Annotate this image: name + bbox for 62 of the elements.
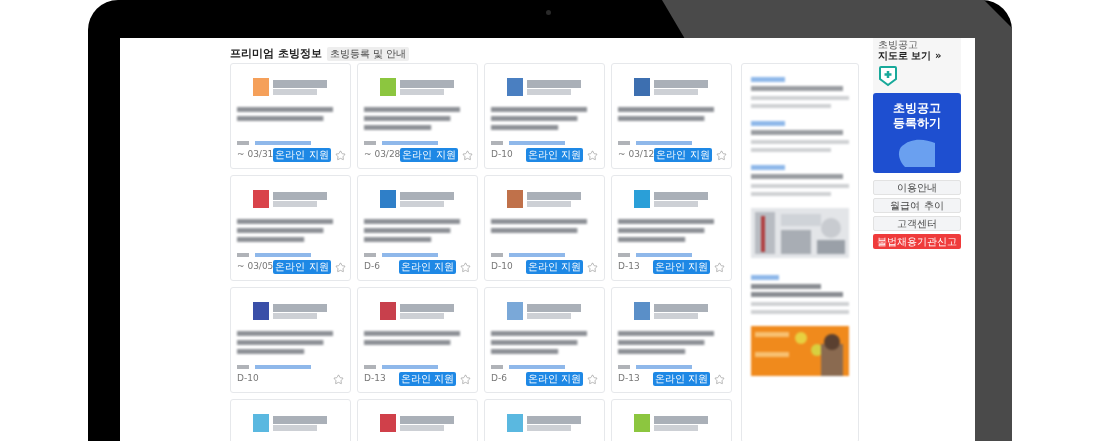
online-apply-badge: 온라인 지원 bbox=[652, 260, 710, 274]
job-card[interactable] bbox=[611, 398, 732, 441]
star-icon[interactable] bbox=[587, 373, 598, 385]
star-icon[interactable] bbox=[460, 261, 471, 273]
online-apply-badge: 온라인 지원 bbox=[525, 260, 583, 274]
job-card[interactable]: ~ 03/05 온라인 지원 bbox=[230, 174, 351, 281]
job-card[interactable]: ~ 03/12 온라인 지원 bbox=[611, 62, 732, 169]
online-apply-badge: 온라인 지원 bbox=[652, 372, 710, 386]
star-icon[interactable] bbox=[460, 373, 471, 385]
star-icon[interactable] bbox=[714, 373, 725, 385]
deadline-text: ~ 03/31 bbox=[237, 148, 274, 162]
job-card[interactable] bbox=[230, 398, 351, 441]
online-apply-badge: 온라인 지원 bbox=[398, 372, 456, 386]
star-icon[interactable] bbox=[715, 149, 727, 161]
star-icon[interactable] bbox=[333, 373, 344, 385]
deadline-text: D-10 bbox=[237, 372, 259, 386]
map-link[interactable]: 지도로 보기 » bbox=[878, 50, 961, 62]
online-apply-badge: 온라인 지원 bbox=[400, 148, 458, 162]
deadline-text: D-10 bbox=[491, 148, 513, 162]
job-card[interactable]: D-10 온라인 지원 bbox=[484, 62, 605, 169]
job-card[interactable]: D-13 온라인 지원 bbox=[611, 174, 732, 281]
sidebar-link[interactable]: 고객센터 bbox=[873, 216, 961, 231]
deadline-text: D-6 bbox=[491, 372, 507, 386]
deadline-text: D-13 bbox=[364, 372, 386, 386]
deadline-text: ~ 03/05 bbox=[237, 260, 274, 274]
map-link-card[interactable]: 초빙공고 지도로 보기 » bbox=[873, 38, 961, 96]
deadline-text: D-10 bbox=[491, 260, 513, 274]
online-apply-badge: 온라인 지원 bbox=[273, 148, 331, 162]
deadline-text: ~ 03/28 bbox=[364, 148, 401, 162]
job-card[interactable]: D-13 온라인 지원 bbox=[611, 286, 732, 393]
job-card[interactable]: D-6 온라인 지원 bbox=[357, 174, 478, 281]
job-card[interactable]: ~ 03/31 온라인 지원 bbox=[230, 62, 351, 169]
star-icon[interactable] bbox=[587, 149, 598, 161]
job-card[interactable] bbox=[357, 398, 478, 441]
star-icon[interactable] bbox=[334, 149, 346, 161]
guide-button[interactable]: 초빙등록 및 안내 bbox=[326, 47, 410, 62]
star-icon[interactable] bbox=[714, 261, 725, 273]
sidebar-link[interactable]: 월급여 추이 bbox=[873, 198, 961, 213]
hospital-pin-icon bbox=[878, 65, 898, 87]
deadline-text: ~ 03/12 bbox=[618, 148, 655, 162]
job-card[interactable]: ~ 03/28 온라인 지원 bbox=[357, 62, 478, 169]
register-banner[interactable]: 초빙공고 등록하기 bbox=[873, 93, 961, 173]
job-card[interactable] bbox=[484, 398, 605, 441]
report-button[interactable]: 불법채용기관신고 bbox=[873, 234, 961, 249]
job-card[interactable]: D-13 온라인 지원 bbox=[357, 286, 478, 393]
deadline-text: D-6 bbox=[364, 260, 380, 274]
map-caption: 초빙공고 bbox=[878, 39, 919, 50]
job-card[interactable]: D-6 온라인 지원 bbox=[484, 286, 605, 393]
online-apply-badge: 온라인 지원 bbox=[398, 260, 456, 274]
star-icon[interactable] bbox=[461, 149, 473, 161]
section-title: 프리미엄 초빙정보 bbox=[230, 46, 322, 62]
online-apply-badge: 온라인 지원 bbox=[525, 372, 583, 386]
sidebar-link[interactable]: 이용안내 bbox=[873, 180, 961, 195]
deadline-text: D-13 bbox=[618, 372, 640, 386]
job-card[interactable]: D-10 bbox=[230, 286, 351, 393]
online-apply-badge: 온라인 지원 bbox=[273, 260, 331, 274]
online-apply-badge: 온라인 지원 bbox=[525, 148, 583, 162]
job-card[interactable]: D-10 온라인 지원 bbox=[484, 174, 605, 281]
online-apply-badge: 온라인 지원 bbox=[654, 148, 712, 162]
star-icon[interactable] bbox=[334, 261, 346, 273]
star-icon[interactable] bbox=[587, 261, 598, 273]
deadline-text: D-13 bbox=[618, 260, 640, 274]
